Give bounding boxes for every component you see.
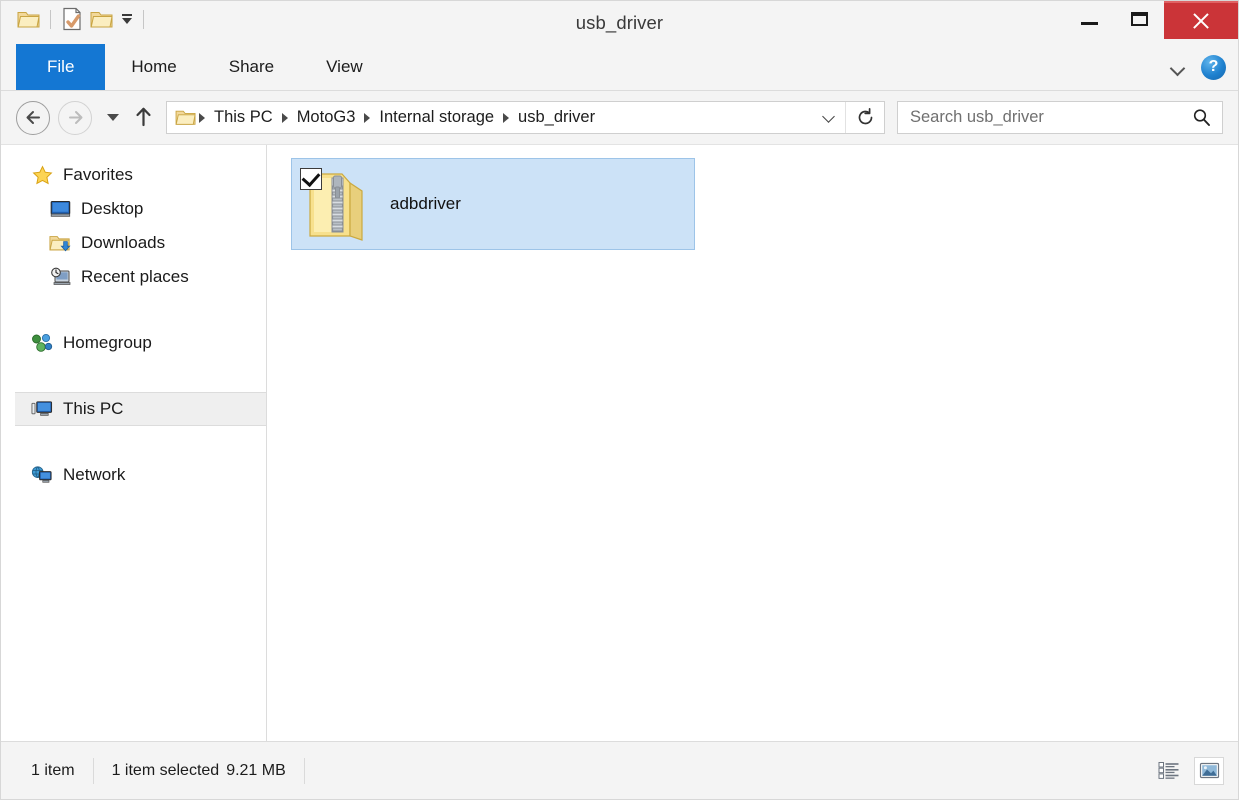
search-box[interactable]: Search usb_driver bbox=[897, 101, 1223, 134]
large-icons-view-button[interactable] bbox=[1194, 756, 1224, 785]
refresh-button[interactable] bbox=[845, 102, 884, 133]
sidebar-label: Homegroup bbox=[63, 333, 152, 352]
status-selection: 1 item selected 9.21 MB bbox=[94, 756, 304, 786]
recent-places-icon bbox=[49, 266, 71, 288]
minimize-button[interactable] bbox=[1064, 1, 1114, 37]
sidebar-item-recent-places[interactable]: Recent places bbox=[1, 260, 266, 294]
sidebar-label: Downloads bbox=[81, 233, 166, 252]
check-icon bbox=[301, 167, 321, 188]
sidebar-item-downloads[interactable]: Downloads bbox=[1, 226, 266, 260]
status-selection-text: 1 item selected bbox=[111, 761, 220, 779]
breadcrumb-separator-icon bbox=[503, 112, 510, 123]
status-selection-size: 9.21 MB bbox=[226, 761, 286, 779]
address-bar-row: This PC MotoG3 Internal storage usb_driv… bbox=[1, 91, 1238, 144]
title-bar: usb_driver bbox=[1, 1, 1238, 44]
status-bar: 1 item 1 item selected 9.21 MB bbox=[1, 741, 1238, 799]
tab-file[interactable]: File bbox=[16, 44, 106, 90]
breadcrumb-item-internal-storage[interactable]: Internal storage bbox=[372, 108, 501, 127]
breadcrumb-separator-icon bbox=[199, 112, 205, 123]
list-item[interactable]: adbdriver bbox=[291, 158, 695, 250]
recent-locations-button[interactable] bbox=[100, 101, 126, 135]
window-title: usb_driver bbox=[575, 12, 664, 33]
forward-button[interactable] bbox=[58, 100, 92, 135]
network-icon bbox=[31, 464, 53, 486]
folder-icon bbox=[14, 4, 44, 34]
breadcrumb-separator-icon bbox=[281, 112, 288, 123]
ribbon-tab-bar: File Home Share View ? bbox=[1, 44, 1238, 91]
search-icon bbox=[1190, 107, 1212, 129]
minimize-icon bbox=[1080, 21, 1098, 25]
downloads-folder-icon bbox=[49, 232, 71, 254]
explorer-body: Favorites Desktop Downloads Recent place… bbox=[1, 144, 1238, 741]
quick-access-toolbar bbox=[1, 1, 150, 37]
breadcrumb-item-this-pc[interactable]: This PC bbox=[207, 108, 280, 127]
sidebar-item-desktop[interactable]: Desktop bbox=[1, 192, 266, 226]
selection-checkbox[interactable] bbox=[300, 167, 322, 190]
sidebar-label: Favorites bbox=[63, 165, 133, 184]
address-dropdown-button[interactable] bbox=[811, 102, 845, 133]
address-folder-icon bbox=[175, 107, 197, 129]
breadcrumb-item-motog3[interactable]: MotoG3 bbox=[290, 108, 363, 127]
maximize-button[interactable] bbox=[1114, 1, 1164, 37]
ribbon-tabs: File Home Share View bbox=[1, 44, 389, 90]
explorer-window: usb_driver File Home Share View ? This P… bbox=[0, 0, 1239, 800]
sidebar-item-homegroup[interactable]: Homegroup bbox=[1, 326, 266, 360]
star-icon bbox=[31, 164, 53, 186]
tab-home[interactable]: Home bbox=[105, 44, 202, 90]
sidebar-item-network[interactable]: Network bbox=[1, 458, 266, 492]
chevron-down-icon bbox=[107, 114, 119, 121]
sidebar-item-favorites[interactable]: Favorites bbox=[1, 158, 266, 192]
chevron-down-icon bbox=[823, 112, 834, 123]
close-button[interactable] bbox=[1164, 1, 1238, 39]
sidebar-label: This PC bbox=[63, 399, 124, 418]
help-icon[interactable]: ? bbox=[1201, 54, 1226, 80]
sidebar-label: Desktop bbox=[81, 199, 144, 218]
breadcrumb-separator-icon bbox=[364, 112, 371, 123]
status-item-count: 1 item bbox=[31, 761, 75, 779]
navigation-pane: Favorites Desktop Downloads Recent place… bbox=[1, 145, 267, 741]
breadcrumb-item-usb-driver[interactable]: usb_driver bbox=[511, 108, 602, 127]
desktop-icon bbox=[49, 198, 71, 220]
back-button[interactable] bbox=[16, 100, 50, 135]
file-list-view[interactable]: adbdriver bbox=[267, 145, 1238, 741]
chevron-down-icon[interactable] bbox=[1171, 63, 1185, 72]
properties-icon[interactable] bbox=[57, 4, 87, 34]
tab-view[interactable]: View bbox=[300, 44, 389, 90]
window-controls bbox=[1064, 1, 1238, 39]
sidebar-label: Network bbox=[63, 465, 126, 484]
this-pc-icon bbox=[31, 398, 53, 420]
tab-share[interactable]: Share bbox=[203, 44, 300, 90]
up-level-button[interactable] bbox=[128, 101, 158, 135]
address-bar[interactable]: This PC MotoG3 Internal storage usb_driv… bbox=[166, 101, 885, 134]
ribbon-right-controls: ? bbox=[1171, 44, 1226, 90]
breadcrumb: This PC MotoG3 Internal storage usb_driv… bbox=[197, 108, 811, 127]
close-icon bbox=[1191, 11, 1211, 31]
sidebar-item-this-pc[interactable]: This PC bbox=[15, 392, 266, 426]
status-divider bbox=[303, 757, 305, 784]
qat-separator-1 bbox=[50, 9, 51, 29]
customize-caret-icon[interactable] bbox=[117, 4, 137, 34]
zip-folder-icon bbox=[298, 164, 376, 244]
details-view-button[interactable] bbox=[1154, 757, 1184, 785]
view-mode-buttons bbox=[1154, 756, 1224, 785]
search-input[interactable]: Search usb_driver bbox=[910, 108, 1190, 127]
qat-separator-2 bbox=[143, 9, 144, 29]
sidebar-label: Recent places bbox=[81, 267, 189, 286]
homegroup-icon bbox=[31, 332, 53, 354]
file-name: adbdriver bbox=[390, 194, 461, 213]
maximize-icon bbox=[1130, 12, 1148, 26]
new-folder-icon[interactable] bbox=[87, 4, 117, 34]
